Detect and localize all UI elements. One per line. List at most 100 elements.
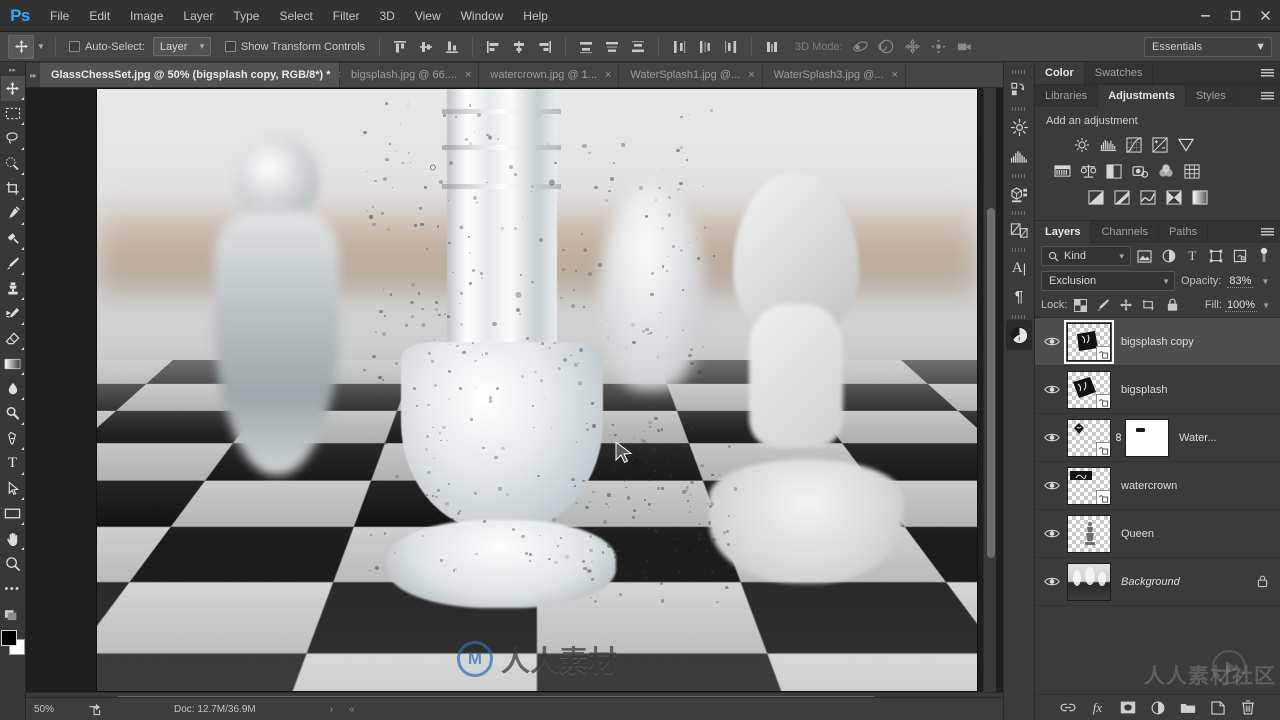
dodge-tool[interactable] — [1, 401, 25, 426]
camera-raw-icon[interactable] — [1006, 320, 1032, 350]
fill-chevron-down-icon[interactable]: ▼ — [1262, 301, 1270, 310]
tab-adjustments[interactable]: Adjustments — [1098, 85, 1186, 107]
layer-row-background[interactable]: Background — [1035, 558, 1280, 606]
layer-name[interactable]: bigsplash — [1121, 384, 1167, 396]
fill-value[interactable]: 100% — [1225, 299, 1257, 312]
smart-objects-filter-icon[interactable] — [1230, 246, 1250, 266]
history-brush-tool[interactable] — [1, 301, 25, 326]
brush-tool[interactable] — [1, 251, 25, 276]
align-horizontal-centers-icon[interactable] — [507, 36, 531, 58]
auto-select-scope-dropdown[interactable]: Layer ▼ — [153, 37, 211, 56]
eyedropper-tool[interactable] — [1, 201, 25, 226]
blend-mode-dropdown[interactable]: Exclusion ▼ — [1041, 271, 1175, 291]
status-collapse-arrow-icon[interactable]: « — [349, 704, 355, 715]
menu-layer[interactable]: Layer — [173, 0, 223, 32]
add-layer-style-icon[interactable]: fx — [1089, 699, 1107, 717]
adjustment-layers-filter-icon[interactable] — [1159, 246, 1179, 266]
close-icon[interactable]: × — [891, 69, 897, 81]
gradient-tool[interactable] — [1, 351, 25, 376]
menu-type[interactable]: Type — [223, 0, 269, 32]
orbit-3d-icon[interactable] — [849, 36, 873, 58]
pixel-layers-filter-icon[interactable] — [1135, 246, 1155, 266]
zoom-level-field[interactable]: 50% — [34, 704, 80, 715]
clone-stamp-tool[interactable] — [1, 276, 25, 301]
selective-color-icon[interactable] — [1163, 186, 1185, 208]
properties-icon[interactable] — [1006, 216, 1032, 246]
document-tab-watersplash1[interactable]: WaterSplash1.jpg @... × — [619, 63, 762, 87]
color-balance-icon[interactable] — [1077, 160, 1099, 182]
quick-mask-mode-button[interactable] — [1, 601, 25, 626]
new-group-icon[interactable] — [1179, 699, 1197, 717]
layer-visibility-toggle[interactable] — [1037, 336, 1067, 347]
threshold-icon[interactable] — [1137, 186, 1159, 208]
layer-name[interactable]: Background — [1121, 576, 1180, 588]
layer-name[interactable]: Water... — [1179, 432, 1217, 444]
document-tab-glasschessset[interactable]: GlassChessSet.jpg @ 50% (bigsplash copy,… — [40, 63, 340, 87]
menu-help[interactable]: Help — [513, 0, 558, 32]
lock-image-pixels-icon[interactable] — [1093, 295, 1113, 315]
3d-icon[interactable] — [1006, 179, 1032, 209]
crop-tool[interactable] — [1, 176, 25, 201]
exposure-icon[interactable] — [1149, 134, 1171, 156]
path-selection-tool[interactable] — [1, 476, 25, 501]
close-icon[interactable]: × — [605, 69, 611, 81]
layer-mask-thumbnail[interactable] — [1125, 419, 1169, 457]
layer-name[interactable]: bigsplash copy — [1121, 336, 1194, 348]
adjustments-panel-menu-icon[interactable] — [1261, 85, 1274, 107]
tab-layers[interactable]: Layers — [1035, 221, 1091, 243]
vertical-scrollbar-thumb[interactable] — [987, 208, 995, 558]
move-tool-icon[interactable] — [8, 35, 34, 59]
show-transform-controls-checkbox[interactable]: Show Transform Controls — [225, 41, 365, 53]
status-expand-arrow-icon[interactable]: › — [330, 704, 333, 715]
brightness-contrast-icon[interactable] — [1071, 134, 1093, 156]
rectangle-tool[interactable] — [1, 501, 25, 526]
layer-thumbnail[interactable] — [1067, 467, 1111, 505]
menu-edit[interactable]: Edit — [79, 0, 120, 32]
black-white-icon[interactable] — [1103, 160, 1125, 182]
add-layer-mask-icon[interactable] — [1119, 699, 1137, 717]
shape-layers-filter-icon[interactable] — [1206, 246, 1226, 266]
invert-icon[interactable] — [1085, 186, 1107, 208]
layer-thumbnail[interactable] — [1067, 323, 1111, 361]
gradient-map-icon[interactable] — [1189, 186, 1211, 208]
new-fill-adjustment-icon[interactable] — [1149, 699, 1167, 717]
distribute-left-edges-icon[interactable] — [667, 36, 691, 58]
slide-3d-icon[interactable] — [927, 36, 951, 58]
close-icon[interactable] — [1250, 0, 1280, 32]
quick-selection-tool[interactable] — [1, 151, 25, 176]
align-top-edges-icon[interactable] — [388, 36, 412, 58]
lasso-tool[interactable] — [1, 126, 25, 151]
distribute-right-edges-icon[interactable] — [719, 36, 743, 58]
pan-3d-icon[interactable] — [901, 36, 925, 58]
type-layers-filter-icon[interactable]: T — [1182, 246, 1202, 266]
edit-toolbar-button[interactable]: ••• — [1, 576, 25, 601]
tool-preset-chevron-down-icon[interactable]: ▼ — [34, 42, 48, 51]
lock-artboard-icon[interactable] — [1139, 295, 1159, 315]
filter-toggle-icon[interactable] — [1254, 246, 1274, 266]
channel-mixer-icon[interactable] — [1155, 160, 1177, 182]
tools-panel-grip[interactable]: ▸▸ — [6, 66, 20, 74]
layer-row-queen[interactable]: Queen — [1035, 510, 1280, 558]
workspace-selector[interactable]: Essentials ▼ — [1144, 37, 1272, 57]
histogram-icon[interactable] — [1006, 142, 1032, 172]
auto-select-checkbox-box[interactable] — [69, 41, 80, 52]
layer-name[interactable]: watercrown — [1121, 480, 1177, 492]
layer-visibility-toggle[interactable] — [1037, 432, 1067, 443]
paragraph-icon[interactable]: ¶ — [1006, 283, 1032, 313]
lock-all-icon[interactable] — [1162, 295, 1182, 315]
spot-healing-brush-tool[interactable] — [1, 226, 25, 251]
layer-row-water[interactable]: Water... — [1035, 414, 1280, 462]
layer-lock-icon[interactable] — [1257, 575, 1268, 588]
distribute-top-edges-icon[interactable] — [574, 36, 598, 58]
layer-visibility-toggle[interactable] — [1037, 528, 1067, 539]
show-transform-checkbox-box[interactable] — [225, 41, 236, 52]
document-tab-watercrown[interactable]: watercrown.jpg @ 1... × — [479, 63, 619, 87]
layer-visibility-toggle[interactable] — [1037, 480, 1067, 491]
layer-name[interactable]: Queen — [1121, 528, 1154, 540]
image-canvas[interactable]: M 人人素材 — [96, 88, 978, 692]
zoom-tool[interactable] — [1, 551, 25, 576]
dock-grip-2[interactable] — [1010, 105, 1028, 112]
character-icon[interactable]: A | — [1006, 253, 1032, 283]
tab-color[interactable]: Color — [1035, 62, 1085, 84]
document-tab-watersplash3[interactable]: WaterSplash3.jpg @... × — [763, 63, 906, 87]
